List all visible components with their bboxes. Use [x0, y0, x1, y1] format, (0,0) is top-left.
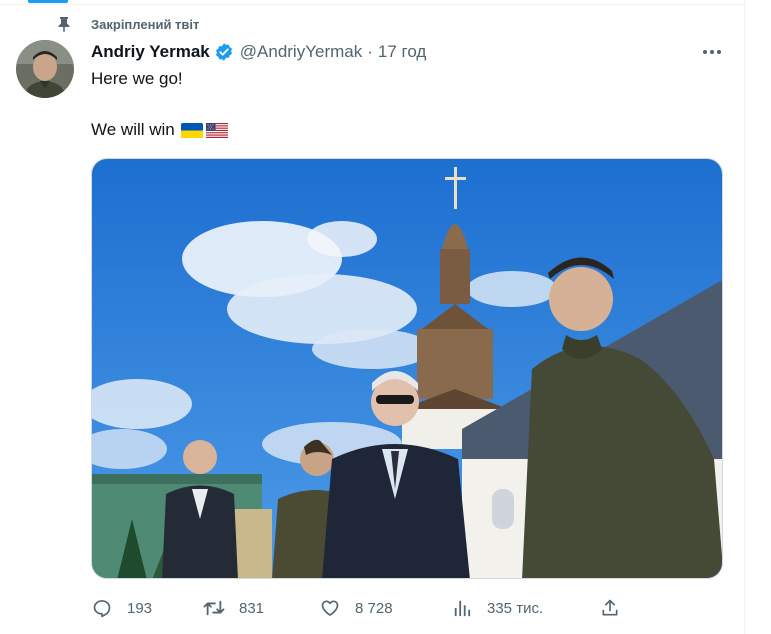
tweet-text: Here we go!	[91, 69, 183, 88]
pinned-indicator: Закріплений твіт	[56, 14, 199, 34]
more-icon	[703, 50, 721, 54]
like-count: 8 728	[355, 599, 393, 617]
views-count: 335 тис.	[487, 599, 544, 617]
display-name[interactable]: Andriy Yermak	[91, 42, 210, 62]
tweet-text-line: We will win	[91, 118, 228, 142]
tweet-header: Andriy Yermak @AndriyYermak · 17 год	[91, 40, 731, 64]
separator-dot: ·	[367, 42, 373, 61]
tweet-actions: 193 831 8 728 335 тис.	[91, 595, 723, 621]
ukraine-flag-icon	[180, 122, 203, 138]
more-options-button[interactable]	[700, 40, 724, 64]
pin-icon	[56, 16, 72, 32]
avatar[interactable]	[16, 40, 74, 98]
like-button[interactable]: 8 728	[319, 595, 393, 621]
photo-image	[92, 159, 722, 578]
reply-count: 193	[127, 599, 153, 617]
active-tab-indicator	[28, 0, 68, 3]
reply-button[interactable]: 193	[91, 595, 152, 621]
retweet-count: 831	[239, 599, 265, 617]
share-button[interactable]	[599, 595, 635, 621]
divider	[0, 4, 744, 5]
pinned-label: Закріплений твіт	[91, 16, 200, 32]
reply-icon	[91, 597, 113, 619]
handle[interactable]: @AndriyYermak	[240, 42, 362, 62]
analytics-icon	[451, 597, 473, 619]
share-icon	[599, 597, 621, 619]
tweet-text: We will win	[91, 120, 175, 139]
retweet-button[interactable]: 831	[203, 595, 264, 621]
usa-flag-icon	[205, 122, 228, 138]
tweet-photo[interactable]	[91, 158, 723, 579]
retweet-icon	[203, 597, 225, 619]
verified-badge-icon[interactable]	[214, 42, 234, 62]
views-button[interactable]: 335 тис.	[451, 595, 543, 621]
column-border	[744, 0, 745, 634]
timestamp[interactable]: 17 год	[378, 42, 426, 62]
heart-icon	[319, 597, 341, 619]
tweet-text-line: Here we go!	[91, 67, 183, 91]
